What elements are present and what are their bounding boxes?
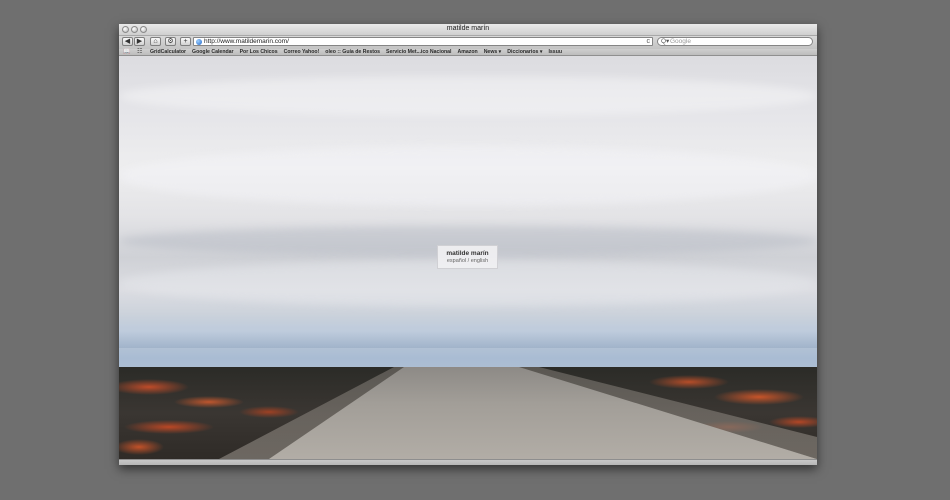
- bookmarks-bar: 📖 ☷ GridCalculator Google Calendar Por L…: [119, 49, 817, 56]
- page-content: matilde marín español / english: [119, 56, 817, 459]
- browser-window: matilde marín ◀ ▶ ⌂ ⚙ + http://www.matil…: [119, 24, 817, 465]
- site-name[interactable]: matilde marín: [438, 250, 497, 258]
- language-link-english[interactable]: english: [471, 258, 488, 264]
- bookmark-list: GridCalculator Google Calendar Por Los C…: [150, 49, 562, 55]
- address-bar[interactable]: http://www.matildemarin.com/ c: [193, 37, 653, 46]
- url-text[interactable]: http://www.matildemarin.com/: [204, 38, 289, 46]
- site-globe-icon: [196, 39, 202, 45]
- bookmark-gridcalculator[interactable]: GridCalculator: [150, 49, 186, 55]
- site-title-box: matilde marín español / english: [437, 245, 498, 269]
- bookmark-amazon[interactable]: Amazon: [458, 49, 478, 55]
- bookmark-correo-yahoo[interactable]: Correo Yahoo!: [284, 49, 320, 55]
- bookmark-por-los-chicos[interactable]: Por Los Chicos: [240, 49, 278, 55]
- book-icon[interactable]: 📖: [123, 49, 130, 55]
- language-link-spanish[interactable]: español: [447, 258, 466, 264]
- back-button[interactable]: ◀: [122, 37, 133, 46]
- status-bar: [119, 459, 817, 465]
- bookmark-news-folder[interactable]: News ▾: [484, 49, 502, 55]
- window-title: matilde marín: [446, 25, 490, 32]
- home-button[interactable]: ⌂: [150, 37, 161, 46]
- language-switcher: español / english: [438, 258, 497, 265]
- search-icon[interactable]: Q▾: [661, 38, 669, 46]
- bookmark-diccionarios-folder[interactable]: Diccionarios ▾: [507, 49, 542, 55]
- bookmark-issuu[interactable]: Issuu: [548, 49, 562, 55]
- search-placeholder[interactable]: Google: [670, 38, 691, 46]
- browser-toolbar: ◀ ▶ ⌂ ⚙ + http://www.matildemarin.com/ c…: [119, 36, 817, 49]
- bookmark-google-calendar[interactable]: Google Calendar: [192, 49, 234, 55]
- bookmark-servicio-meteorologico[interactable]: Servicio Met...ico Nacional: [386, 49, 451, 55]
- settings-button[interactable]: ⚙: [165, 37, 176, 46]
- add-bookmark-button[interactable]: +: [180, 37, 191, 46]
- reload-icon[interactable]: c: [647, 38, 651, 46]
- search-field[interactable]: Q▾ Google: [657, 37, 813, 46]
- forward-button[interactable]: ▶: [134, 37, 145, 46]
- grid-icon[interactable]: ☷: [137, 49, 142, 55]
- bookmark-oleo[interactable]: oleo :: Guía de Restos: [325, 49, 380, 55]
- title-bar: matilde marín: [119, 24, 817, 36]
